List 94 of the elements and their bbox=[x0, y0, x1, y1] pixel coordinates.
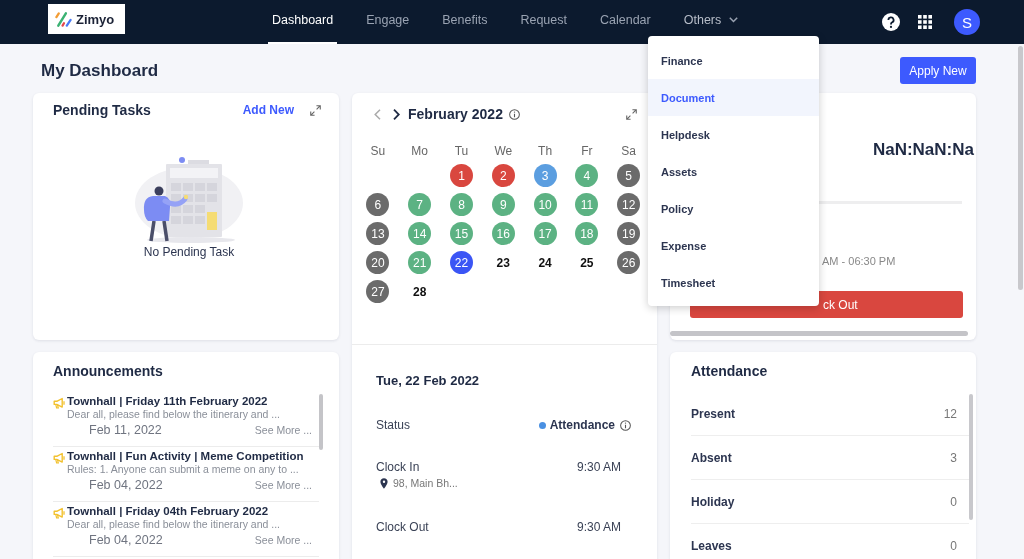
info-icon[interactable] bbox=[508, 108, 520, 120]
calendar-day[interactable]: 13 bbox=[366, 222, 390, 245]
calendar-day[interactable]: 1 bbox=[450, 164, 473, 187]
chevron-down-icon bbox=[729, 17, 739, 23]
see-more-link[interactable]: See More ... bbox=[254, 423, 312, 438]
megaphone-icon bbox=[53, 452, 66, 464]
scrollbar[interactable] bbox=[319, 394, 323, 450]
calendar-day[interactable]: 2 bbox=[491, 164, 515, 187]
megaphone-icon bbox=[53, 397, 66, 409]
apply-new-button[interactable]: Apply New bbox=[900, 57, 976, 84]
nav-tab[interactable]: Request bbox=[516, 0, 571, 44]
menu-item[interactable]: Finance bbox=[648, 42, 819, 79]
detail-label: Clock Out bbox=[376, 519, 429, 535]
detail-label: Clock In bbox=[376, 459, 420, 475]
see-more-link[interactable]: See More ... bbox=[254, 478, 312, 493]
add-new-link[interactable]: Add New bbox=[242, 103, 294, 117]
chevron-right-icon[interactable] bbox=[393, 108, 400, 120]
attendance-count: 3 bbox=[950, 450, 957, 465]
announcement-date: Feb 11, 2022 bbox=[89, 423, 162, 438]
card-title: Announcements bbox=[53, 362, 164, 381]
weekday-label: Sa bbox=[621, 144, 636, 158]
announcement-date: Feb 04, 2022 bbox=[89, 478, 163, 493]
card-title: Pending Tasks bbox=[53, 101, 152, 120]
attendance-count: 12 bbox=[943, 406, 957, 421]
weekday-label: Tu bbox=[454, 144, 469, 158]
nav-tab[interactable]: Dashboard bbox=[268, 0, 338, 44]
attendance-label: Leaves bbox=[691, 538, 732, 553]
location-pin-icon bbox=[380, 478, 388, 489]
apps-grid-icon[interactable] bbox=[918, 15, 932, 29]
scrollbar[interactable] bbox=[969, 394, 973, 520]
calendar-day[interactable]: 25 bbox=[575, 251, 599, 274]
detail-label: Status bbox=[376, 417, 411, 433]
attendance-label: Present bbox=[691, 406, 736, 421]
calendar-day[interactable]: 6 bbox=[366, 193, 390, 216]
expand-icon[interactable] bbox=[310, 104, 321, 116]
nav-tab[interactable]: Benefits bbox=[438, 0, 492, 44]
calendar-day[interactable]: 23 bbox=[491, 251, 515, 274]
menu-item[interactable]: Expense bbox=[648, 227, 819, 264]
nav-menu-tab[interactable]: Others bbox=[679, 0, 743, 44]
see-more-link[interactable]: See More ... bbox=[254, 533, 312, 548]
selected-date-title: Tue, 22 Feb 2022 bbox=[376, 372, 481, 390]
status-dot-icon bbox=[538, 421, 546, 429]
menu-item[interactable]: Document bbox=[648, 79, 819, 116]
time-value: 9:30 AM bbox=[576, 519, 621, 535]
announcement-title[interactable]: Townhall | Friday 04th February 2022 bbox=[67, 504, 319, 518]
weekday-label: Mo bbox=[411, 144, 429, 158]
logo[interactable]: Zimyo bbox=[48, 4, 125, 34]
menu-item[interactable]: Policy bbox=[648, 190, 819, 227]
status-value: Attendance bbox=[549, 417, 615, 433]
calendar-day[interactable]: 5 bbox=[617, 164, 641, 187]
calendar-day[interactable]: 3 bbox=[533, 164, 557, 187]
menu-item[interactable]: Assets bbox=[648, 153, 819, 190]
megaphone-icon bbox=[53, 507, 66, 519]
expand-icon[interactable] bbox=[626, 108, 637, 120]
logo-icon[interactable] bbox=[55, 10, 72, 28]
scrollbar[interactable] bbox=[670, 331, 968, 336]
info-icon[interactable] bbox=[620, 419, 631, 431]
weekday-label: Fr bbox=[581, 144, 593, 158]
announcement-summary: Rules: 1. Anyone can submit a meme on any to ... bbox=[67, 463, 300, 475]
empty-state-text: No Pending Task bbox=[143, 245, 235, 259]
menu-item[interactable]: Helpdesk bbox=[648, 116, 819, 153]
weekday-label: Th bbox=[538, 144, 553, 158]
user-avatar[interactable]: S bbox=[954, 9, 980, 35]
announcement-date: Feb 04, 2022 bbox=[89, 533, 163, 548]
calendar-day[interactable]: 12 bbox=[617, 193, 641, 216]
calendar-day[interactable]: 27 bbox=[366, 280, 390, 303]
announcement-summary: Dear all, please find below the itinerary and ... bbox=[67, 518, 282, 530]
weekday-label: We bbox=[494, 144, 513, 158]
announcement-title[interactable]: Townhall | Fun Activity | Meme Competition bbox=[67, 449, 319, 463]
timer-text: NaN:NaN:Na bbox=[872, 140, 974, 160]
attendance-count: 0 bbox=[950, 494, 957, 509]
calendar-day[interactable]: 19 bbox=[617, 222, 641, 245]
time-value: 9:30 AM bbox=[576, 459, 621, 475]
announcement-summary: Dear all, please find below the itinerary and ... bbox=[67, 408, 282, 420]
announcement-title[interactable]: Townhall | Friday 11th February 2022 bbox=[67, 394, 319, 408]
weekday-label: Su bbox=[370, 144, 386, 158]
calendar-day[interactable]: 26 bbox=[617, 251, 641, 274]
card-title: Attendance bbox=[691, 362, 769, 381]
nav-tab[interactable]: Calendar bbox=[596, 0, 655, 44]
page-title: My Dashboard bbox=[41, 60, 159, 81]
nav-tab[interactable]: Engage bbox=[362, 0, 414, 44]
attendance-count: 0 bbox=[950, 538, 957, 553]
calendar-day[interactable]: 28 bbox=[408, 280, 432, 303]
location-text: 98, Main Bh... bbox=[393, 476, 458, 491]
calendar-day[interactable]: 20 bbox=[366, 251, 390, 274]
calendar-day[interactable]: 24 bbox=[533, 251, 557, 274]
shift-time-text: AM - 06:30 PM bbox=[822, 255, 896, 267]
month-title: February 2022 bbox=[408, 106, 503, 122]
attendance-label: Holiday bbox=[691, 494, 735, 509]
help-icon[interactable] bbox=[882, 13, 900, 31]
scrollbar[interactable] bbox=[1018, 46, 1023, 290]
calendar-day[interactable]: 22 bbox=[450, 251, 473, 274]
attendance-label: Absent bbox=[691, 450, 732, 465]
logo-text: Zimyo bbox=[76, 11, 115, 27]
